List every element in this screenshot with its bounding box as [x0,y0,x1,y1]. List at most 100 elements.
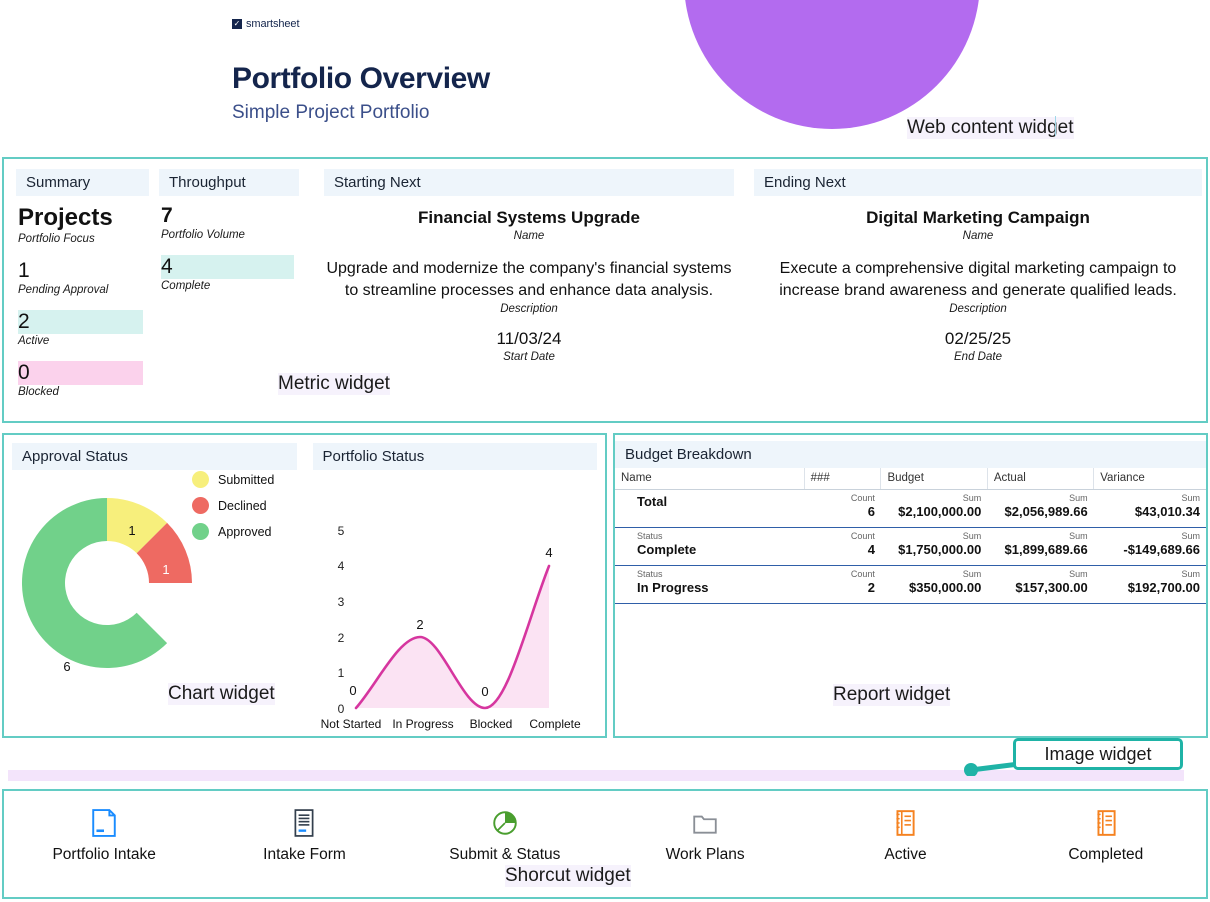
y-tick-3: 3 [337,595,344,609]
column-header-name[interactable]: Name [615,468,805,490]
metric-item: 2 Active [18,309,147,347]
shortcut-label: Work Plans [665,846,745,863]
shortcut-item-submit-status[interactable]: Submit & Status [405,809,605,864]
checkbox-icon: ✓ [232,19,242,29]
report-icon [1097,810,1116,836]
count-value: 2 [867,580,875,596]
budget-value: $350,000.00 [909,580,982,596]
shortcut-item-intake-form[interactable]: Intake Form [204,809,404,864]
shortcut-label: Active [884,846,927,863]
area-fill [355,566,549,708]
annotation-image: Image widget [1044,743,1152,764]
annotation-metric: Metric widget [278,373,390,395]
budget-value: $1,750,000.00 [898,542,982,558]
actual-sublabel: Sum [1069,569,1088,580]
ending-next-date: 02/25/25 [944,329,1012,349]
page-title: Portfolio Overview [232,62,490,95]
budget-breakdown-table[interactable]: Name ### Budget Actual Variance Total Co… [615,468,1206,605]
row-name: In Progress [637,580,709,596]
row-name: Complete [637,542,697,558]
folder-icon [693,815,717,834]
metric-value: 2 [18,309,143,334]
budget-value: $2,100,000.00 [898,503,982,519]
column-header-count[interactable]: ### [804,468,882,490]
shortcut-item-portfolio-intake[interactable]: Portfolio Intake [4,809,204,864]
page-subtitle: Simple Project Portfolio [232,102,430,123]
chart-widget[interactable]: Approval Status 1 1 6 Submitted Declined… [2,433,607,738]
x-tick-blocked: Blocked [469,717,512,731]
metric-widget[interactable]: Summary Projects Portfolio Focus 1 Pendi… [2,157,1208,423]
brand-name: smartsheet [246,18,300,30]
shortcut-item-completed[interactable]: Completed [1006,809,1206,864]
column-header-budget[interactable]: Budget [880,468,988,490]
shortcut-label: Submit & Status [449,846,561,863]
variance-sublabel: Sum [1181,569,1200,580]
table-row[interactable]: Status In Progress Count 2 Sum $350,000.… [615,565,1206,605]
metric-item: 0 Blocked [18,360,147,399]
donut-label-submitted: 1 [128,523,135,538]
starting-next-name: Financial Systems Upgrade [417,208,641,227]
cell-name: Total [615,489,805,529]
variance-sublabel: Sum [1181,531,1200,542]
legend-item[interactable]: Submitted [192,471,274,488]
cell-name: Status In Progress [615,565,805,605]
budget-sublabel: Sum [962,493,982,503]
cell-budget: Sum $2,100,000.00 [880,489,988,529]
metric-label: Portfolio Focus [18,232,95,245]
variance-value: -$149,689.66 [1123,542,1200,558]
cell-actual: Sum $157,300.00 [987,565,1094,605]
legend-item[interactable]: Approved [192,523,274,540]
variance-sublabel: Sum [1181,493,1200,503]
legend-swatch-declined [192,497,209,514]
metric-label: Portfolio Volume [161,229,245,242]
actual-sublabel: Sum [1069,493,1088,503]
column-header-actual[interactable]: Actual [987,468,1095,490]
cell-actual: Sum $1,899,689.66 [987,527,1094,567]
metric-value: 7 [161,204,173,227]
form-icon [295,809,314,837]
column-header-variance[interactable]: Variance [1093,468,1206,490]
table-row[interactable]: Total Count 6 Sum $2,100,000.00 Sum $2,0… [615,489,1206,529]
starting-next-date-label: Start Date [503,351,555,364]
starting-next-description-label: Description [500,303,558,316]
legend-swatch-approved [192,523,209,540]
table-row[interactable]: Status Complete Count 4 Sum $1,750,000.0… [615,527,1206,567]
actual-value: $157,300.00 [1015,580,1088,596]
metric-column-starting-next: Starting Next Financial Systems Upgrade … [324,169,734,363]
shortcut-item-work-plans[interactable]: Work Plans [605,809,805,864]
actual-value: $2,056,989.66 [1004,503,1088,519]
starting-next-description: Upgrade and modernize the company's fina… [326,260,732,299]
annotation-chart: Chart widget [168,683,275,705]
actual-value: $1,899,689.66 [1004,542,1088,558]
budget-sublabel: Sum [962,531,982,542]
metric-throughput-title: Throughput [159,169,299,196]
metric-value: Projects [18,204,113,231]
legend-label: Submitted [218,472,275,487]
web-content-widget[interactable] [684,0,980,129]
shortcut-item-active[interactable]: Active [805,809,1005,864]
metric-label: Complete [161,280,211,293]
area-chart-svg: 5 4 3 2 1 0 0 2 0 4 Not Started In Progr… [320,524,580,731]
cell-count: Count 2 [804,565,881,605]
cell-budget: Sum $1,750,000.00 [880,527,988,567]
legend-swatch-submitted [192,471,209,488]
legend-item[interactable]: Declined [192,497,274,514]
variance-value: $192,700.00 [1127,580,1200,596]
ending-next-description-label: Description [949,303,1007,316]
metric-label: Blocked [18,386,59,399]
donut-legend: Submitted Declined Approved [192,471,274,549]
portfolio-status-chart[interactable]: Portfolio Status 5 4 3 2 1 0 0 2 0 4 Not… [305,435,606,736]
ending-next-description: Execute a comprehensive digital marketin… [779,260,1177,299]
starting-next-name-label: Name [513,230,545,242]
portfolio-status-title: Portfolio Status [312,443,597,470]
ending-next-title: Ending Next [754,169,1202,196]
shortcut-label: Portfolio Intake [52,846,156,863]
sheet-icon [92,809,116,837]
smartsheet-logo: ✓ smartsheet [232,18,300,30]
x-tick-not-started: Not Started [320,717,381,731]
count-value: 6 [867,503,875,519]
area-chart-canvas: 5 4 3 2 1 0 0 2 0 4 Not Started In Progr… [305,469,606,734]
point-label-blocked: 0 [481,684,488,699]
annotation-shortcut: Shorcut widget [505,865,631,887]
actual-sublabel: Sum [1069,531,1088,542]
